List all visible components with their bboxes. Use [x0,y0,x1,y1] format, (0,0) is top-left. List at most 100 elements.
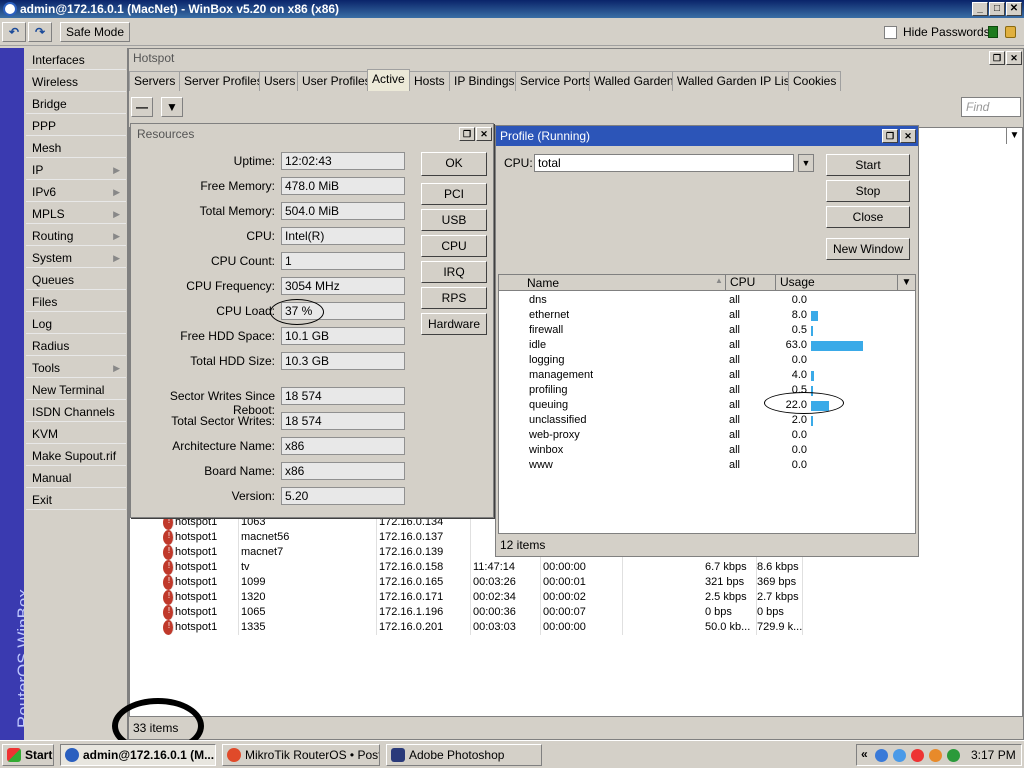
sidebar-item-files[interactable]: Files [26,292,126,312]
table-cell: 50.0 kb... [703,620,757,635]
sidebar-item-ip[interactable]: IP ▶ [26,160,126,180]
table-row[interactable]: ! hotspot1 1335 172.16.0.201 00:03:03 00:00:0… [129,620,809,635]
profile-row[interactable]: dns all 0.0 [499,293,915,308]
task-photoshop[interactable]: Adobe Photoshop [386,744,542,766]
start-button[interactable]: Start [826,154,910,176]
tab-user-profiles[interactable]: User Profiles [297,71,376,91]
profile-row[interactable]: winbox all 0.0 [499,443,915,458]
sidebar-item-exit[interactable]: Exit [26,490,126,510]
tab-walled-garden-ip-list[interactable]: Walled Garden IP List [672,71,799,91]
column-menu-icon[interactable]: ▼ [897,275,915,291]
task-browser[interactable]: MikroTik RouterOS • Post... [222,744,380,766]
sidebar-item-mpls[interactable]: MPLS ▶ [26,204,126,224]
maximize-button[interactable]: □ [989,2,1005,16]
chevron-down-icon[interactable]: ▼ [798,154,814,172]
profile-row[interactable]: management all 4.0 [499,368,915,383]
tab-users[interactable]: Users [259,71,301,91]
cpu-select[interactable]: total [534,154,794,172]
hotspot-restore-button[interactable]: ❐ [989,51,1005,65]
profile-row[interactable]: profiling all 0.5 [499,383,915,398]
profile-row[interactable]: queuing all 22.0 [499,398,915,413]
profile-row[interactable]: idle all 63.0 [499,338,915,353]
remove-icon[interactable]: — [131,97,153,117]
sidebar-item-wireless[interactable]: Wireless [26,72,126,92]
tab-cookies[interactable]: Cookies [788,71,842,91]
tab-ip-bindings[interactable]: IP Bindings [449,71,520,91]
minimize-button[interactable]: _ [972,2,988,16]
table-row[interactable]: ! hotspot1 1320 172.16.0.171 00:02:34 00:00:0… [129,590,809,605]
hotspot-toolbar: — ▼ Find [129,93,1023,121]
hardware-button[interactable]: Hardware [421,313,487,335]
sidebar-item-make-supout[interactable]: Make Supout.rif [26,446,126,466]
profile-row[interactable]: ethernet all 8.0 [499,308,915,323]
rps-button[interactable]: RPS [421,287,487,309]
close-button[interactable]: ✕ [1006,2,1022,16]
profile-close-button[interactable]: ✕ [900,129,916,143]
table-row[interactable]: ! hotspot1 1065 172.16.1.196 00:00:36 00:00:0… [129,605,809,620]
tab-service-ports[interactable]: Service Ports [515,71,597,91]
tab-server-profiles[interactable]: Server Profiles [179,71,268,91]
table-row[interactable]: ! hotspot1 1099 172.16.0.165 00:03:26 00:00:0… [129,575,809,590]
sidebar-item-routing[interactable]: Routing ▶ [26,226,126,246]
process-cpu: all [729,309,741,321]
pci-button[interactable]: PCI [421,183,487,205]
table-cell: 172.16.0.158 [377,560,471,575]
browser-icon [227,748,241,762]
sidebar-item-tools[interactable]: Tools ▶ [26,358,126,378]
sidebar-item-manual[interactable]: Manual [26,468,126,488]
firefox-icon[interactable] [929,749,942,762]
profile-restore-button[interactable]: ❐ [882,129,898,143]
close-dialog-button[interactable]: Close [826,206,910,228]
tab-walled-garden[interactable]: Walled Garden [589,71,679,91]
sidebar-item-log[interactable]: Log [26,314,126,334]
start-menu-button[interactable]: Start [2,744,54,766]
tab-servers[interactable]: Servers [129,71,181,91]
profile-row[interactable]: www all 0.0 [499,458,915,473]
tab-active[interactable]: Active [367,69,410,91]
filter-icon[interactable]: ▼ [161,97,183,117]
profile-row[interactable]: firewall all 0.5 [499,323,915,338]
sidebar-item-mesh[interactable]: Mesh [26,138,126,158]
usage-bar [811,326,813,336]
column-usage-header[interactable]: Usage [775,275,815,291]
sidebar-item-queues[interactable]: Queues [26,270,126,290]
hotspot-close-button[interactable]: ✕ [1006,51,1022,65]
sidebar-item-ipv6[interactable]: IPv6 ▶ [26,182,126,202]
sidebar-item-new-terminal[interactable]: New Terminal [26,380,126,400]
profile-row[interactable]: logging all 0.0 [499,353,915,368]
ok-button[interactable]: OK [421,152,487,176]
table-row[interactable]: ! hotspot1 tv 172.16.0.158 11:47:14 00:00:00 6… [129,560,809,575]
skype-icon[interactable] [893,749,906,762]
task-winbox[interactable]: admin@172.16.0.1 (M... [60,744,216,766]
tray-expand-icon[interactable]: « [861,747,868,761]
utorrent-icon[interactable] [947,749,960,762]
new-window-button[interactable]: New Window [826,238,910,260]
stop-button[interactable]: Stop [826,180,910,202]
sidebar-item-radius[interactable]: Radius [26,336,126,356]
table-cell: hotspot1 [173,590,239,605]
profile-row[interactable]: web-proxy all 0.0 [499,428,915,443]
find-input[interactable]: Find [961,97,1021,117]
sidebar-item-bridge[interactable]: Bridge [26,94,126,114]
table-cell: 8.6 kbps [755,560,803,575]
column-name-header[interactable]: Name [527,276,559,290]
column-menu-icon[interactable]: ▼ [1006,128,1022,144]
process-name: profiling [529,384,568,396]
tab-hosts[interactable]: Hosts [409,71,450,91]
network-icon[interactable] [875,749,888,762]
profile-row[interactable]: unclassified all 2.0 [499,413,915,428]
sidebar-item-isdn-channels[interactable]: ISDN Channels [26,402,126,422]
undo-icon[interactable]: ↶ [2,22,26,42]
sidebar-item-ppp[interactable]: PPP [26,116,126,136]
sidebar-item-kvm[interactable]: KVM [26,424,126,444]
irq-button[interactable]: IRQ [421,261,487,283]
redo-icon[interactable]: ↷ [28,22,52,42]
column-cpu-header[interactable]: CPU [725,275,755,291]
safe-mode-button[interactable]: Safe Mode [60,22,130,42]
sidebar-item-interfaces[interactable]: Interfaces [26,50,126,70]
antivirus-icon[interactable] [911,749,924,762]
cpu-button[interactable]: CPU [421,235,487,257]
sidebar-item-system[interactable]: System ▶ [26,248,126,268]
hide-passwords-checkbox[interactable] [884,25,897,40]
usb-button[interactable]: USB [421,209,487,231]
